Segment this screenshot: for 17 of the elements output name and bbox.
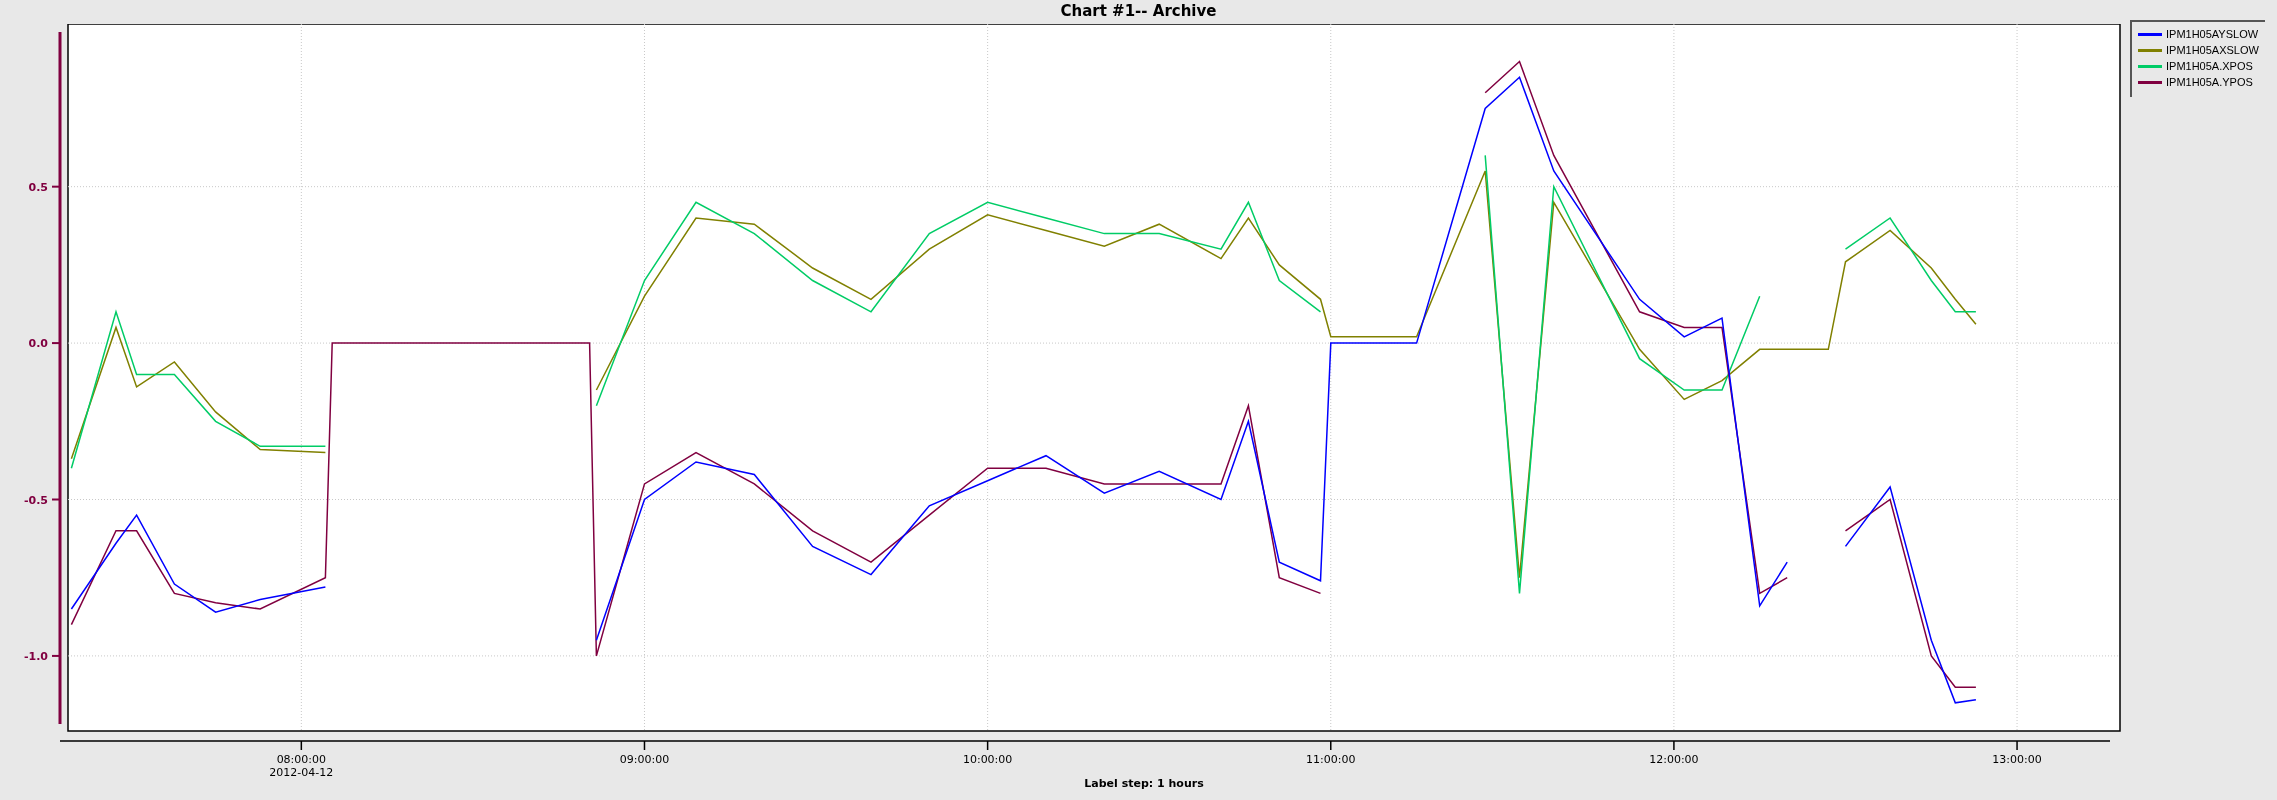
axis-tick-label: 13:00:00 xyxy=(1992,753,2042,766)
axis-tick-label: 09:00:00 xyxy=(619,753,670,766)
axis-tick-label: 08:00:00 xyxy=(276,753,327,766)
legend-label: IPM1H05AYSLOW xyxy=(2166,27,2259,41)
axis-tick-label: 11:00:00 xyxy=(1306,753,1356,766)
legend-label: IPM1H05AXSLOW xyxy=(2166,43,2259,57)
axis-tick-label: -0.5 xyxy=(23,493,48,507)
axis-title: Label step: 1 hours xyxy=(1084,777,1204,790)
legend-label: IPM1H05A.YPOS xyxy=(2166,75,2253,89)
axis-tick-label: 10:00:00 xyxy=(962,753,1013,766)
date-label: 2012-04-12 xyxy=(269,766,334,779)
axis-tick-label: 0.5 xyxy=(28,180,48,194)
legend-label: IPM1H05A.XPOS xyxy=(2166,59,2253,73)
axis-tick-label: 0.0 xyxy=(28,337,48,351)
axis-tick-label: -1.0 xyxy=(23,649,48,663)
axis-tick-label: 12:00:00 xyxy=(1649,753,1699,766)
chart-title: Chart #1-- Archive xyxy=(1060,1,1217,22)
